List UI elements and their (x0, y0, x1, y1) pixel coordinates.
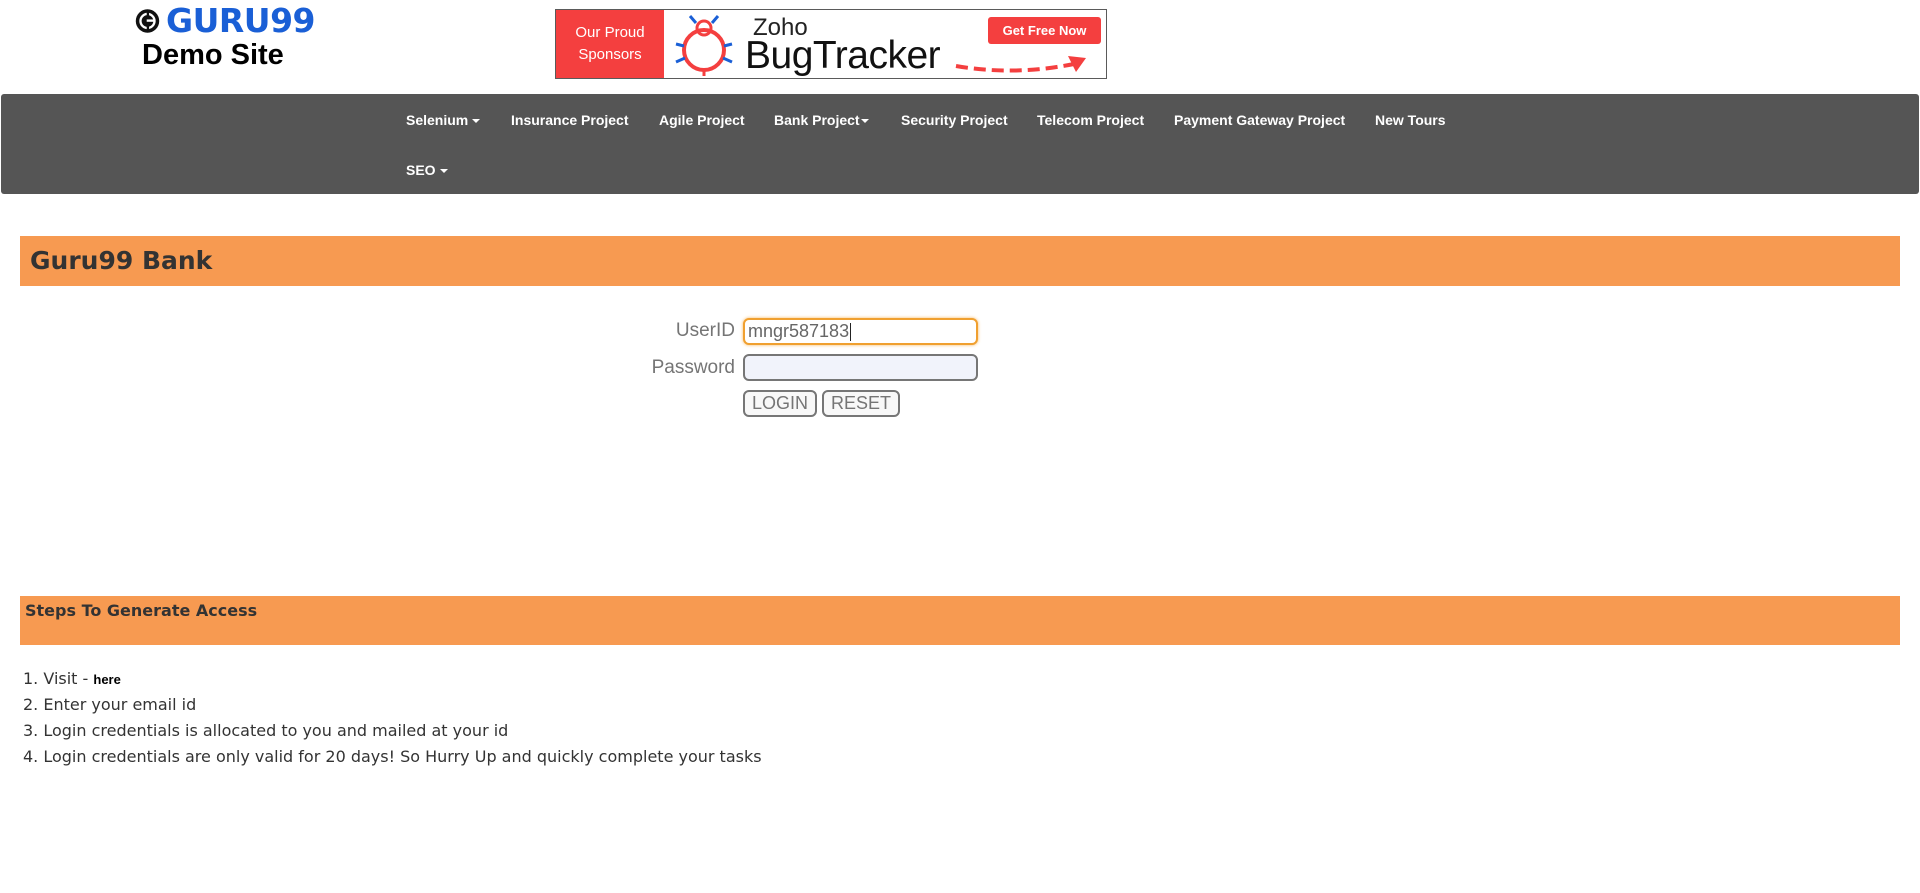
guru99-logo-icon (135, 9, 160, 33)
nav-item-label: Payment Gateway Project (1174, 112, 1346, 128)
main-navbar: Selenium Insurance Project Agile Project… (1, 94, 1919, 194)
nav-item-label: Security Project (901, 112, 1008, 128)
nav-item-label: Telecom Project (1037, 112, 1145, 128)
userid-label: UserID (675, 320, 735, 341)
page-title: Guru99 Bank (30, 246, 213, 275)
sponsor-product-text: BugTracker (745, 34, 941, 77)
steps-heading: Steps To Generate Access (25, 601, 258, 620)
sponsor-ad[interactable]: Zoho BugTracker Get Free Now (664, 10, 1106, 78)
nav-item-label: SEO (406, 162, 436, 178)
nav-item-label: Bank Project (774, 112, 860, 128)
nav-item-bank-project[interactable]: Bank Project (774, 112, 869, 128)
nav-item-payment-gateway-project[interactable]: Payment Gateway Project (1174, 112, 1345, 128)
nav-item-new-tours[interactable]: New Tours (1375, 112, 1446, 128)
userid-value: mngr587183 (748, 321, 850, 341)
steps-list: 1. Visit - here 2. Enter your email id 3… (23, 666, 762, 770)
sponsor-label-line1: Our Proud (575, 24, 645, 41)
step-text: 1. Visit - (23, 669, 94, 688)
password-input[interactable] (743, 354, 978, 381)
nav-item-label: New Tours (1375, 112, 1446, 128)
steps-heading-bar: Steps To Generate Access (20, 596, 1900, 645)
get-free-now-button[interactable]: Get Free Now (988, 17, 1101, 44)
arrow-icon (955, 56, 1086, 73)
list-item: 4. Login credentials are only valid for … (23, 744, 762, 770)
list-item: 2. Enter your email id (23, 692, 762, 718)
page-title-bar: Guru99 Bank (20, 236, 1900, 286)
nav-item-label: Insurance Project (511, 112, 629, 128)
login-button[interactable]: LOGIN (743, 390, 817, 417)
bug-icon (675, 15, 733, 76)
nav-item-label: Agile Project (659, 112, 745, 128)
nav-item-label: Selenium (406, 112, 469, 128)
reset-button[interactable]: RESET (822, 390, 900, 417)
sponsor-label: Our Proud Sponsors (556, 10, 664, 78)
nav-item-security-project[interactable]: Security Project (901, 112, 1008, 128)
guru99-logo[interactable]: GURU99 Demo Site (135, 1, 316, 71)
list-item: 1. Visit - here (23, 666, 762, 692)
step-text: 3. Login credentials is allocated to you… (23, 721, 509, 740)
caret-down-icon (439, 169, 448, 174)
text-cursor (850, 323, 852, 342)
caret-down-icon (860, 119, 869, 124)
here-link[interactable]: here (93, 672, 120, 687)
step-text: 4. Login credentials are only valid for … (23, 747, 762, 766)
nav-item-seo[interactable]: SEO (406, 162, 448, 178)
password-label: Password (651, 357, 735, 378)
list-item: 3. Login credentials is allocated to you… (23, 718, 762, 744)
userid-input[interactable]: mngr587183 (743, 318, 978, 345)
nav-item-agile-project[interactable]: Agile Project (659, 112, 745, 128)
logo-brand-text: GURU99 (165, 1, 316, 40)
caret-down-icon (472, 119, 481, 124)
nav-item-insurance-project[interactable]: Insurance Project (511, 112, 629, 128)
sponsor-banner[interactable]: Our Proud Sponsors Zoho BugTracker Get F… (555, 9, 1107, 79)
step-text: 2. Enter your email id (23, 695, 197, 714)
nav-item-telecom-project[interactable]: Telecom Project (1037, 112, 1144, 128)
nav-item-selenium[interactable]: Selenium (406, 112, 481, 128)
sponsor-label-line2: Sponsors (578, 46, 642, 63)
logo-subtitle: Demo Site (142, 39, 284, 71)
